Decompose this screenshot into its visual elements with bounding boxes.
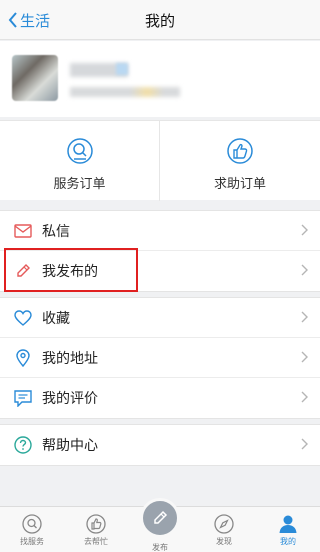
blurred-badge — [116, 63, 128, 75]
search-order-icon — [66, 138, 93, 164]
orders-section: 服务订单 求助订单 — [0, 120, 320, 201]
profile-card[interactable] — [0, 41, 320, 117]
tab-label: 发布 — [152, 543, 168, 552]
menu-item-label: 私信 — [42, 223, 70, 240]
menu-item-label: 我的地址 — [42, 350, 98, 367]
user-icon — [279, 515, 297, 533]
publish-pencil-icon — [154, 510, 168, 524]
help-orders-button[interactable]: 求助订单 — [160, 121, 320, 201]
menu-group-help: 帮助中心 — [0, 424, 320, 466]
tab-label: 我的 — [280, 537, 296, 546]
chevron-right-icon — [301, 264, 308, 276]
menu-item-label: 收藏 — [42, 310, 70, 327]
heart-icon — [14, 309, 32, 327]
menu-item-label: 我发布的 — [42, 264, 98, 280]
pencil-icon — [14, 262, 32, 280]
chevron-right-icon — [301, 224, 308, 236]
nav-bar: 生活 我的 — [0, 0, 320, 40]
tab-mine[interactable]: 我的 — [256, 507, 320, 552]
menu-group-messages: 私信 我发布的 — [0, 210, 320, 292]
chevron-right-icon — [301, 438, 308, 450]
service-orders-button[interactable]: 服务订单 — [0, 121, 160, 201]
menu-item-my-address[interactable]: 我的地址 — [0, 338, 320, 378]
menu-group-personal: 收藏 我的地址 我的评价 — [0, 297, 320, 419]
chevron-right-icon — [301, 351, 308, 363]
avatar — [12, 55, 58, 101]
page-title: 我的 — [144, 12, 175, 30]
blurred-subtitle — [70, 87, 180, 97]
menu-item-favorites[interactable]: 收藏 — [0, 298, 320, 338]
question-icon — [14, 436, 32, 454]
tab-go-help[interactable]: 去帮忙 — [64, 507, 128, 552]
menu-item-label: 帮助中心 — [42, 438, 98, 454]
help-orders-label: 求助订单 — [213, 177, 266, 192]
tab-label: 去帮忙 — [84, 537, 108, 546]
service-orders-label: 服务订单 — [53, 177, 106, 192]
menu-item-messages[interactable]: 私信 — [0, 211, 320, 251]
help-hand-icon — [86, 514, 106, 534]
menu-item-my-posts[interactable]: 我发布的 — [0, 251, 320, 291]
menu-item-label: 我的评价 — [42, 391, 98, 407]
tab-label: 发现 — [216, 537, 232, 546]
compass-icon — [214, 514, 234, 534]
menu-item-my-reviews[interactable]: 我的评价 — [0, 378, 320, 418]
chevron-right-icon — [301, 311, 308, 323]
tab-discover[interactable]: 发现 — [192, 507, 256, 552]
envelope-icon — [14, 222, 32, 240]
tab-label: 找服务 — [20, 537, 44, 546]
thumbs-up-icon — [227, 138, 253, 164]
location-pin-icon — [14, 348, 32, 367]
tab-find-service[interactable]: 找服务 — [0, 507, 64, 552]
publish-button[interactable] — [140, 498, 180, 538]
chevron-right-icon — [301, 391, 308, 403]
menu-item-help-center[interactable]: 帮助中心 — [0, 425, 320, 465]
comment-icon — [14, 389, 32, 407]
find-service-icon — [22, 514, 42, 534]
